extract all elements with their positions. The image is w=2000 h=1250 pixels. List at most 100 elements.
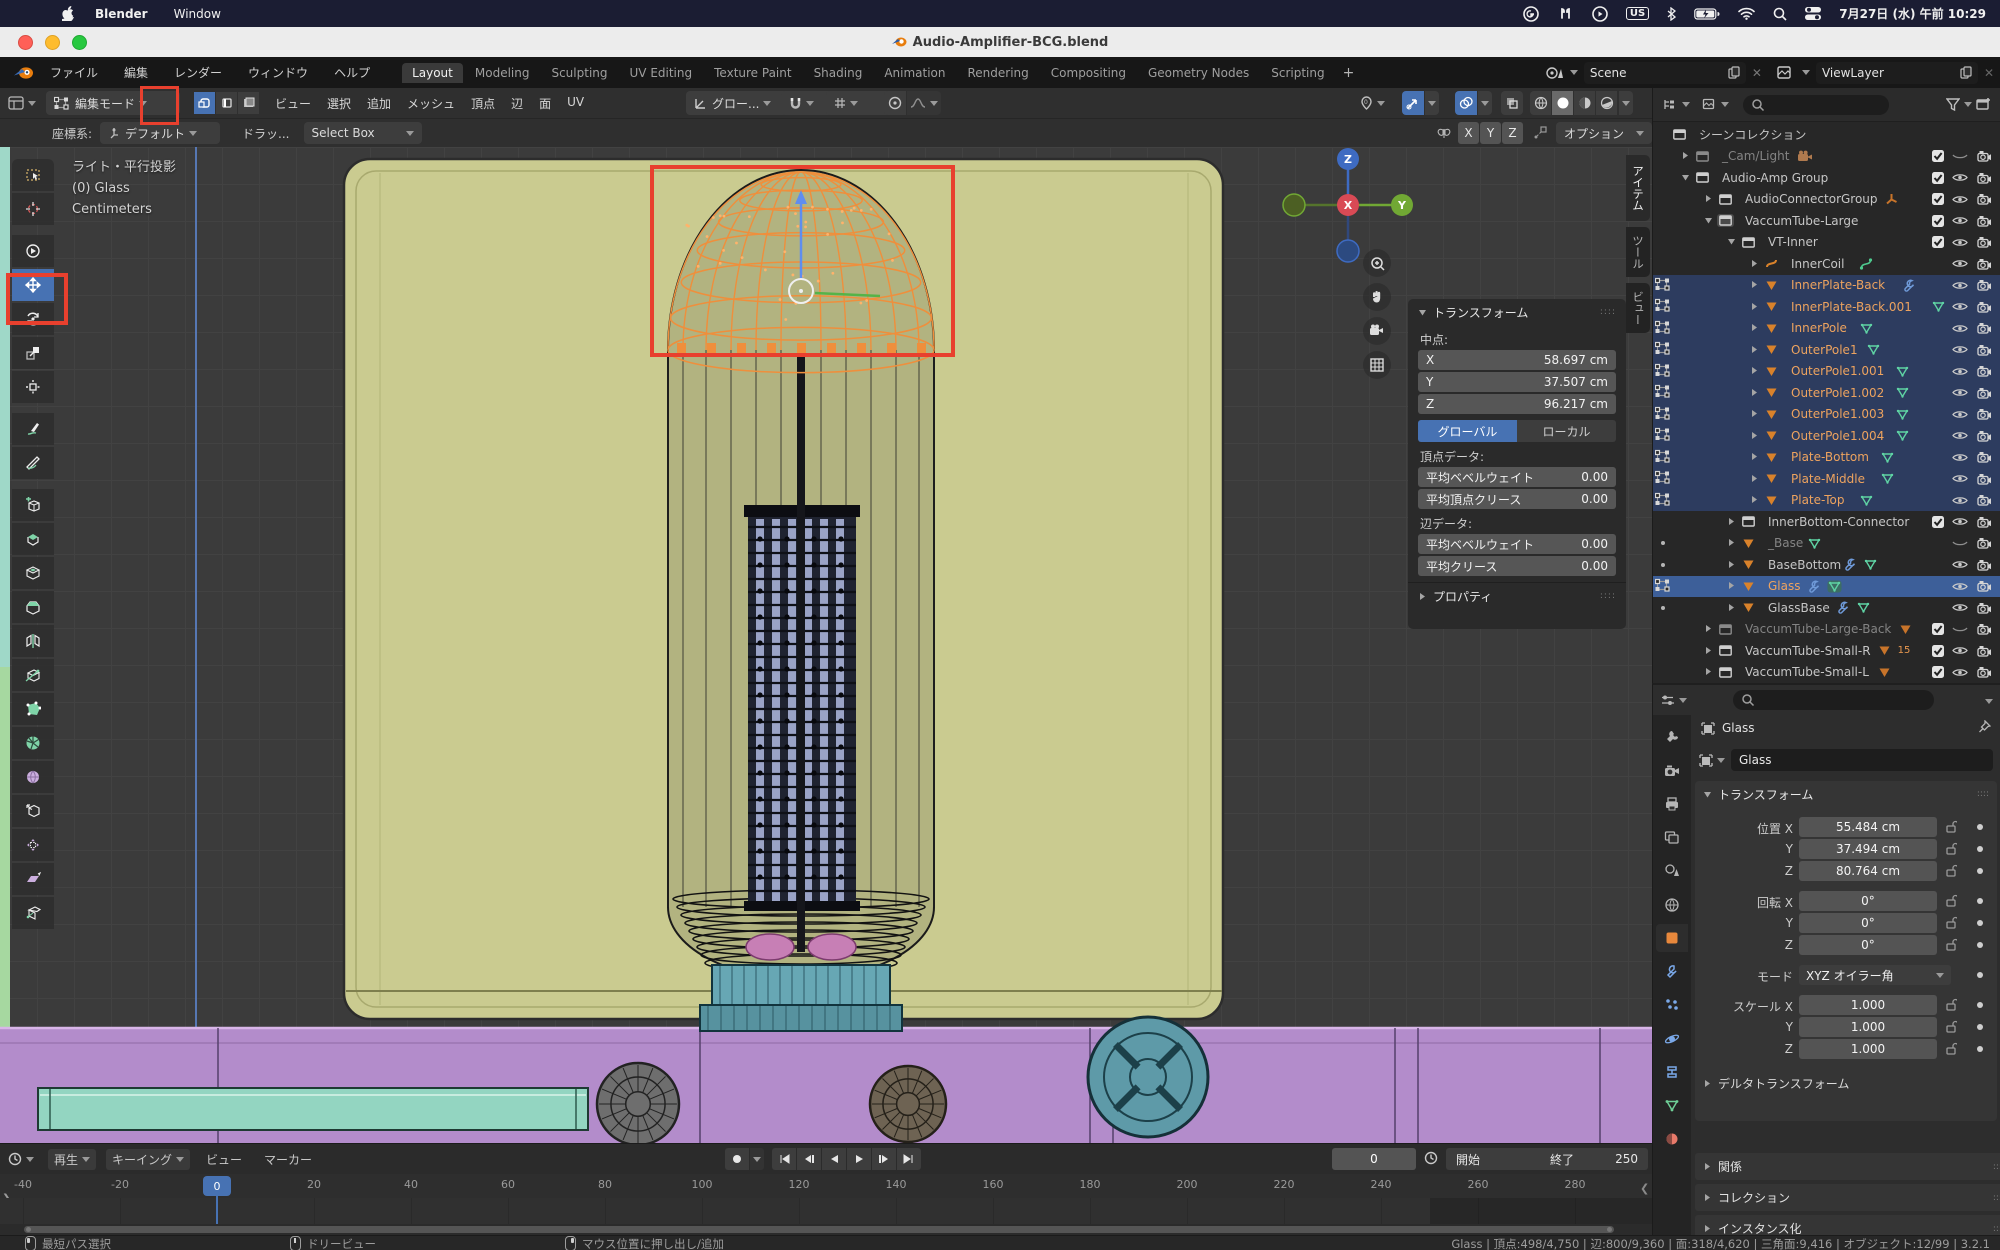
hide-viewport-toggle[interactable] (1951, 233, 1969, 251)
tool-knife[interactable] (12, 659, 54, 691)
properties-editor-type-button[interactable] (1661, 694, 1687, 707)
select-mode-edge[interactable] (216, 92, 237, 114)
g-circle-icon[interactable] (1523, 6, 1539, 22)
median-y-field[interactable]: Y37.507 cm (1418, 372, 1616, 392)
outliner-editor-type-button[interactable] (1663, 98, 1690, 111)
copy-viewlayer-icon[interactable] (1960, 66, 1972, 79)
input-source-icon[interactable]: US (1626, 7, 1649, 20)
play-circle-icon[interactable] (1592, 6, 1608, 22)
disable-render-toggle[interactable] (1975, 276, 1993, 294)
select-mode-vertex[interactable] (194, 92, 215, 114)
annotation-pin-dropdown[interactable]: 0 (1360, 96, 1400, 110)
tool-spin[interactable] (12, 727, 54, 759)
properties-tab-material[interactable] (1656, 1125, 1688, 1153)
outliner-row[interactable]: InnerPlate-Back.001 (1653, 296, 2000, 318)
viewport-menu-3[interactable]: メッシュ (407, 95, 455, 112)
rotation-2-animate-dot[interactable] (1977, 942, 1983, 948)
n-panel-tab-0[interactable]: アイテム (1626, 155, 1650, 221)
rotation-1-field[interactable]: 0° (1799, 913, 1937, 933)
tool-extrude-region[interactable] (12, 523, 54, 555)
next-keyframe-button[interactable] (872, 1148, 896, 1170)
outliner-row[interactable]: Plate-Bottom (1653, 447, 2000, 469)
workspace-tab-compositing[interactable]: Compositing (1041, 63, 1136, 83)
disable-render-toggle[interactable] (1975, 255, 1993, 273)
disable-render-toggle[interactable] (1975, 362, 1993, 380)
tool-transform[interactable] (12, 235, 54, 267)
properties-tab-render[interactable] (1656, 757, 1688, 785)
vertex-data-field-1[interactable]: 平均頂点クリース0.00 (1418, 489, 1616, 509)
workspace-tab-scripting[interactable]: Scripting (1261, 63, 1334, 83)
collection-exclude-checkbox[interactable] (1929, 513, 1947, 531)
mirror-axis-y[interactable]: Y (1480, 122, 1501, 144)
tool-transform-gizmo[interactable] (12, 371, 54, 403)
menubar-item-window[interactable]: Window (174, 7, 221, 21)
outliner-filter-button[interactable] (1946, 98, 1972, 111)
mode-animate-dot[interactable] (1977, 972, 1983, 978)
rotation-1-lock[interactable] (1945, 916, 1957, 932)
close-window-button[interactable] (18, 35, 33, 50)
shading-dropdown[interactable] (1619, 91, 1633, 115)
properties-tab-world[interactable] (1656, 891, 1688, 919)
median-z-field[interactable]: Z96.217 cm (1418, 394, 1616, 414)
disable-render-toggle[interactable] (1975, 427, 1993, 445)
mirror-axis-z[interactable]: Z (1502, 122, 1523, 144)
timeline-ruler[interactable]: -40-200204060801001201401601802002202402… (0, 1174, 1652, 1198)
rotation-2-lock[interactable] (1945, 938, 1957, 954)
tool-poly-build[interactable] (12, 693, 54, 725)
tool-loop-cut[interactable] (12, 625, 54, 657)
timeline-editor-type-button[interactable] (8, 1152, 34, 1166)
properties-tab-object-data[interactable] (1656, 1092, 1688, 1120)
workspace-tab-modeling[interactable]: Modeling (465, 63, 540, 83)
gizmo-dropdown[interactable] (1425, 91, 1439, 115)
outliner-row[interactable]: AudioConnectorGroup (1653, 189, 2000, 211)
outliner-row[interactable]: Plate-Top (1653, 490, 2000, 512)
location-2-lock[interactable] (1945, 864, 1957, 880)
viewport-menu-2[interactable]: 追加 (367, 95, 391, 112)
rotation-0-field[interactable]: 0° (1799, 891, 1937, 911)
disable-render-toggle[interactable] (1975, 233, 1993, 251)
hide-viewport-toggle[interactable] (1951, 276, 1969, 294)
hide-viewport-toggle[interactable] (1951, 599, 1969, 617)
outliner-row[interactable]: OuterPole1 (1653, 339, 2000, 361)
edge-data-field-1[interactable]: 平均クリース0.00 (1418, 556, 1616, 576)
menubar-app-name[interactable]: Blender (95, 7, 148, 21)
outliner-row[interactable]: Plate-Middle (1653, 468, 2000, 490)
disable-render-toggle[interactable] (1975, 405, 1993, 423)
timeline-channels[interactable] (0, 1198, 1652, 1224)
battery-icon[interactable] (1694, 8, 1720, 20)
scene-name-field[interactable]: Scene (1584, 62, 1746, 84)
outliner-row[interactable]: InnerPlate-Back (1653, 275, 2000, 297)
timeline-menu-3[interactable]: マーカー (258, 1149, 318, 1170)
viewport-menu-1[interactable]: 選択 (327, 95, 351, 112)
hide-viewport-toggle[interactable] (1951, 255, 1969, 273)
orientation-local-button[interactable]: ローカル (1517, 420, 1616, 442)
collection-exclude-checkbox[interactable] (1929, 190, 1947, 208)
current-frame-field[interactable]: 0 (1332, 1148, 1416, 1170)
topbar-menu-1[interactable]: 編集 (118, 64, 154, 81)
search-icon[interactable] (1773, 7, 1787, 21)
hide-viewport-toggle[interactable] (1951, 362, 1969, 380)
median-x-field[interactable]: X58.697 cm (1418, 350, 1616, 370)
workspace-tab-shading[interactable]: Shading (804, 63, 873, 83)
object-id-icon-dropdown[interactable] (1699, 754, 1725, 767)
properties-tab-constraints[interactable] (1656, 1058, 1688, 1086)
workspace-tab-geometry-nodes[interactable]: Geometry Nodes (1138, 63, 1259, 83)
correct-face-toggle[interactable] (1528, 122, 1552, 144)
hide-viewport-toggle[interactable] (1951, 341, 1969, 359)
proportional-edit-toggle[interactable] (884, 91, 906, 115)
add-workspace-button[interactable]: + (1337, 65, 1361, 81)
vertex-data-field-0[interactable]: 平均ベベルウェイト0.00 (1418, 467, 1616, 487)
copy-scene-icon[interactable] (1728, 66, 1740, 79)
hide-viewport-toggle[interactable] (1951, 534, 1969, 552)
viewport-menu-4[interactable]: 頂点 (471, 95, 495, 112)
shading-material-button[interactable] (1574, 91, 1595, 115)
outliner-row[interactable]: Audio-Amp Group (1653, 167, 2000, 189)
overlays-dropdown[interactable] (1478, 91, 1492, 115)
hide-viewport-toggle[interactable] (1951, 169, 1969, 187)
outliner-row[interactable]: シーンコレクション (1653, 124, 2000, 146)
outliner-row[interactable]: InnerCoil (1653, 253, 2000, 275)
outliner-row[interactable]: OuterPole1.002 (1653, 382, 2000, 404)
tool-edge-slide[interactable] (12, 795, 54, 827)
control-center-icon[interactable] (1805, 7, 1821, 20)
tool-shrink-fatten[interactable] (12, 829, 54, 861)
